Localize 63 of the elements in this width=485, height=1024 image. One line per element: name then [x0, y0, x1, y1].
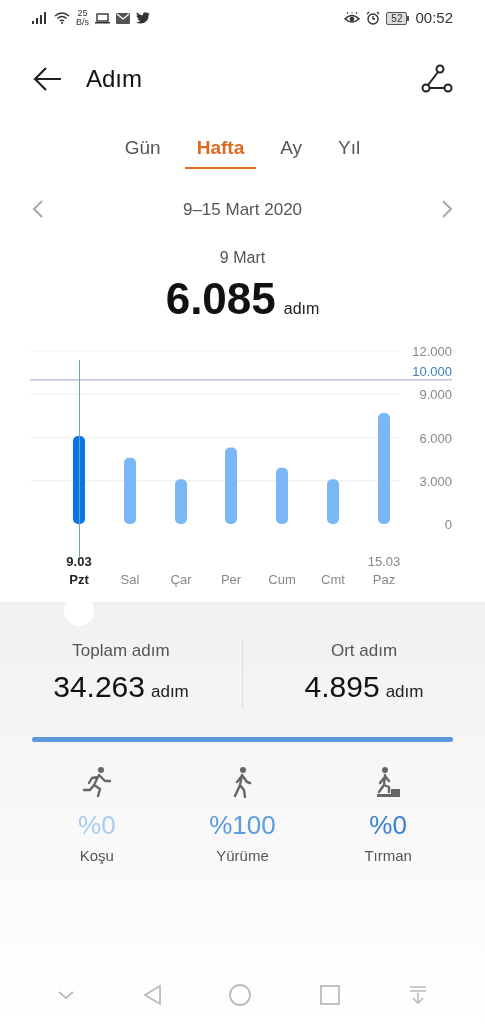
- stat-value: 4.895: [304, 668, 380, 705]
- bar[interactable]: [225, 447, 237, 524]
- period-tab[interactable]: Yıl: [326, 134, 373, 169]
- previous-chevron-icon[interactable]: [32, 199, 44, 220]
- home-circle-icon[interactable]: [228, 983, 253, 1007]
- bar[interactable]: [276, 467, 288, 524]
- network-speed-unit: B/s: [76, 18, 89, 27]
- day-label: Per: [220, 572, 242, 587]
- activity-label: Tırman: [364, 845, 412, 866]
- back-arrow-icon[interactable]: [32, 66, 62, 92]
- battery-indicator: 52: [386, 11, 410, 25]
- step-count: 6.085: [165, 273, 276, 325]
- back-triangle-icon[interactable]: [141, 984, 162, 1006]
- activity-label: Yürüme: [216, 845, 269, 866]
- day-label: Sal: [120, 572, 140, 587]
- stat-value: 34.263: [53, 668, 145, 705]
- day-label: Cum: [268, 572, 296, 587]
- axis-tick-label: 3.000: [419, 473, 452, 489]
- goal-label: 10.000: [412, 363, 452, 379]
- selected-date: 9 Mart: [219, 248, 266, 268]
- collapse-chevron-icon[interactable]: [57, 990, 76, 1000]
- activity-percent: %100: [209, 808, 276, 842]
- range-start-label: 9.03: [66, 554, 92, 569]
- date-range: 9–15 Mart 2020: [182, 198, 303, 221]
- axis-tick-label: 6.000: [419, 430, 452, 446]
- bar[interactable]: [327, 479, 339, 524]
- day-label: Paz: [372, 572, 396, 587]
- recents-square-icon[interactable]: [319, 984, 342, 1006]
- signal-icon: [32, 12, 48, 24]
- bird-icon: [136, 12, 150, 24]
- notification-pull-icon[interactable]: [407, 985, 428, 1005]
- running-person-icon: [81, 765, 112, 798]
- page-title: Adım: [86, 64, 143, 94]
- clock-time: 00:52: [415, 7, 453, 28]
- stat-unit: adım: [151, 680, 189, 703]
- bar[interactable]: [378, 413, 390, 524]
- route-nodes-icon[interactable]: [421, 64, 453, 94]
- activity-label: Koşu: [79, 845, 114, 866]
- day-label: Çar: [170, 572, 192, 587]
- bar[interactable]: [175, 479, 187, 524]
- step-unit: adım: [283, 299, 320, 319]
- period-tab[interactable]: Gün: [112, 134, 173, 169]
- eye-icon: [344, 12, 361, 24]
- alarm-icon: [366, 11, 381, 25]
- range-end-label: 15.03: [367, 554, 401, 569]
- activity-percent: %0: [369, 808, 407, 842]
- envelope-icon: [116, 12, 130, 24]
- stat-unit: adım: [385, 680, 424, 703]
- axis-tick-label: 9.000: [419, 387, 452, 403]
- day-label: Cmt: [321, 572, 345, 587]
- person-on-stairs-icon: [375, 765, 402, 798]
- period-tab[interactable]: Ay: [268, 134, 315, 169]
- network-speed-value: 25: [77, 9, 88, 18]
- wifi-icon: [54, 12, 70, 24]
- laptop-icon: [95, 12, 110, 24]
- axis-tick-label: 12.000: [412, 344, 452, 359]
- axis-tick-label: 0: [444, 517, 452, 532]
- activity-percent: %0: [78, 808, 116, 842]
- stat-label: Toplam adım: [72, 640, 170, 662]
- day-label: Pzt: [69, 572, 89, 587]
- bar[interactable]: [124, 457, 136, 524]
- stat-label: Ort adım: [330, 640, 398, 662]
- next-chevron-icon[interactable]: [441, 199, 453, 220]
